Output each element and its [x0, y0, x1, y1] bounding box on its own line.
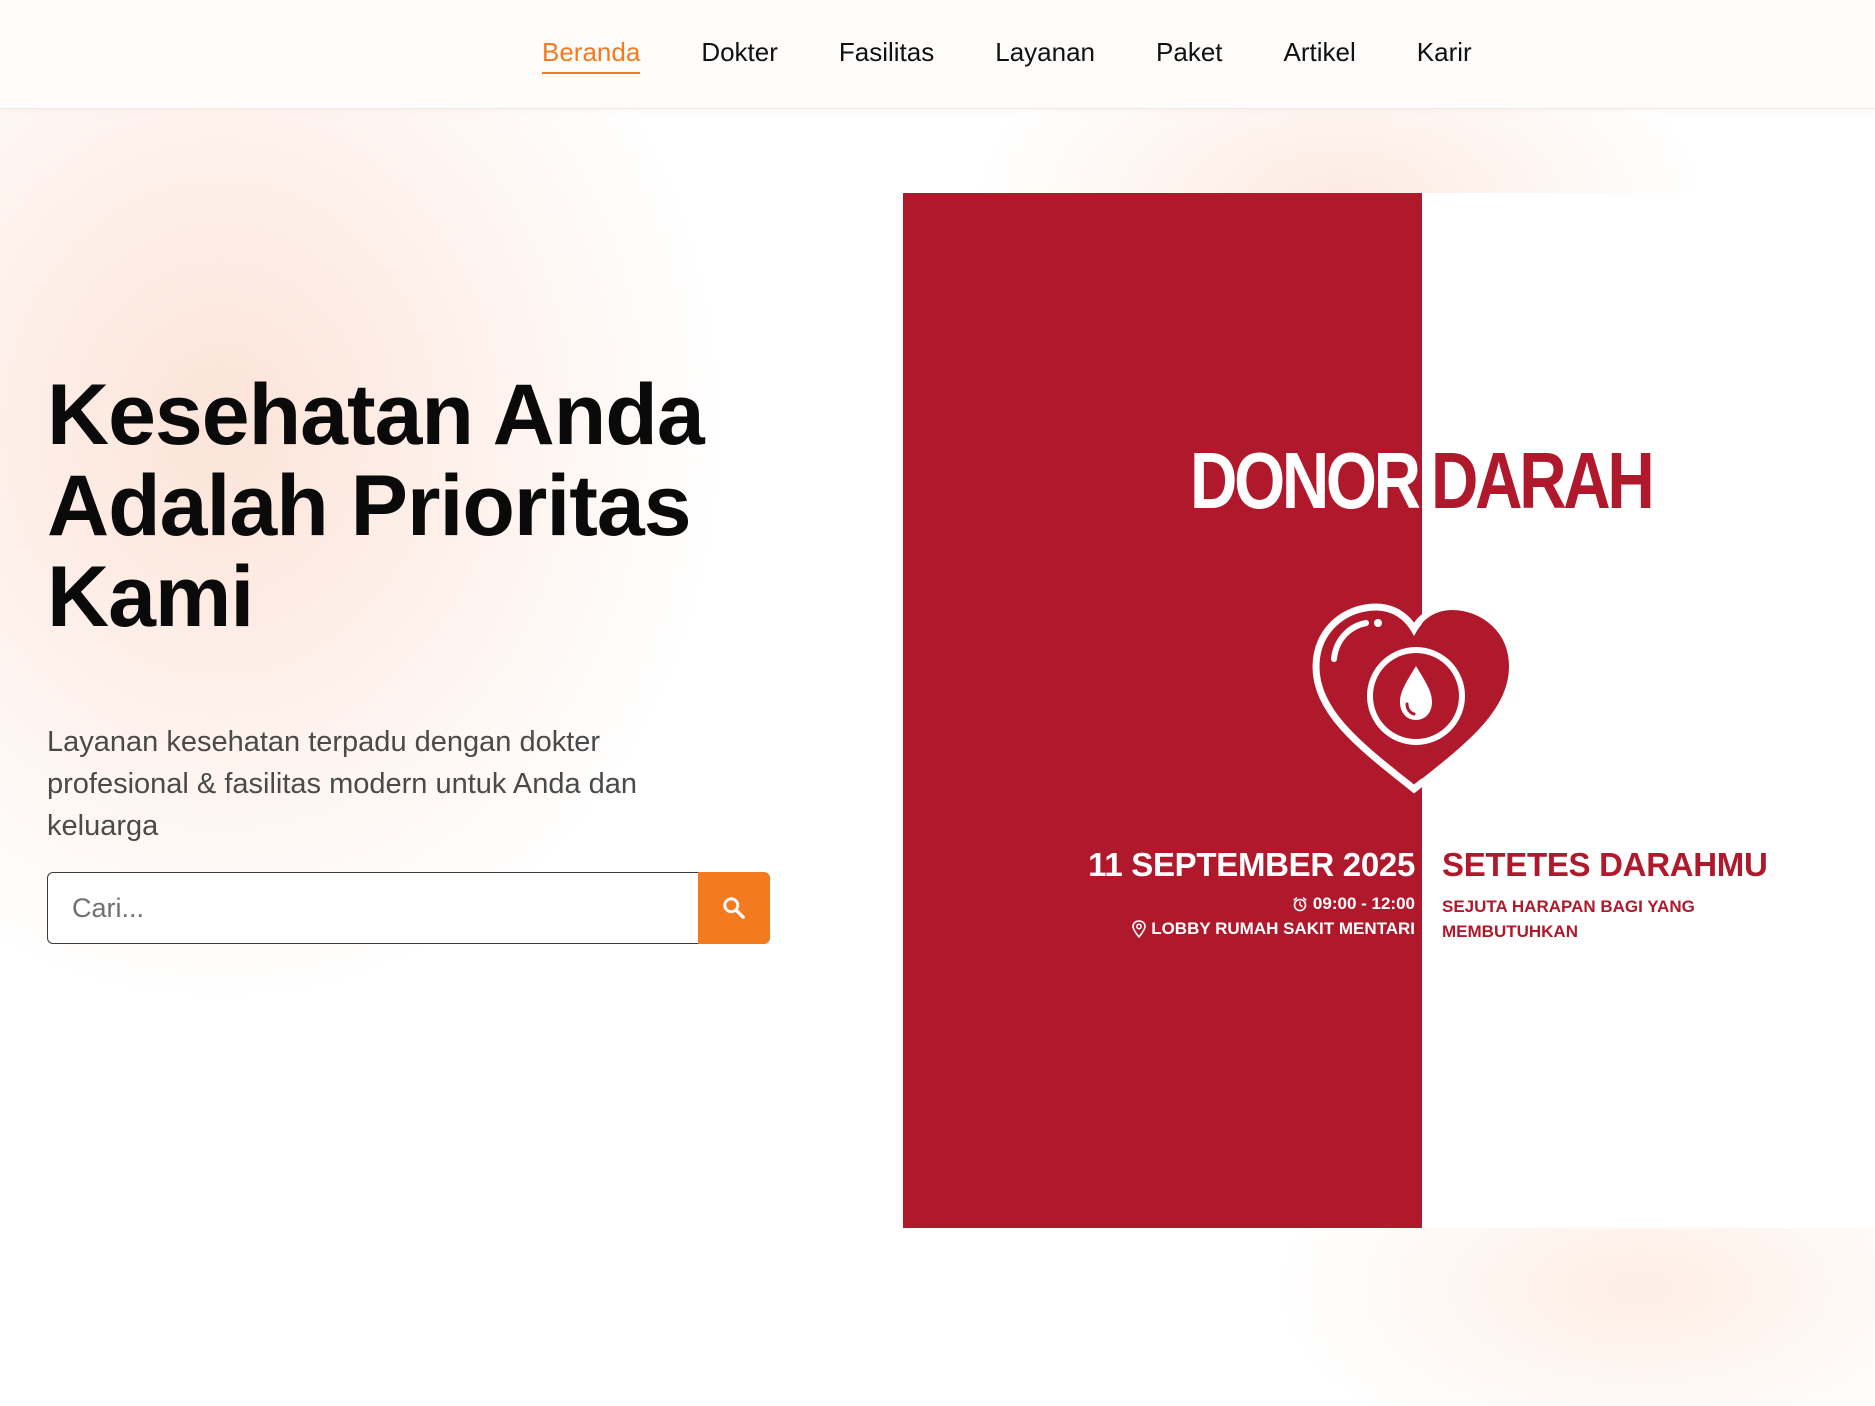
top-navbar: Beranda Dokter Fasilitas Layanan Paket A…	[0, 0, 1875, 109]
nav-item-beranda[interactable]: Beranda	[542, 39, 641, 74]
banner-tagline-sub: SEJUTA HARAPAN BAGI YANG MEMBUTUHKAN	[1442, 897, 1695, 941]
alarm-clock-icon	[1293, 897, 1307, 912]
nav-item-paket[interactable]: Paket	[1156, 39, 1223, 65]
search-bar	[47, 872, 770, 944]
search-button[interactable]	[698, 872, 770, 944]
nav-item-artikel[interactable]: Artikel	[1284, 39, 1356, 65]
headline-darah: DARAH	[1431, 436, 1655, 525]
nav-item-fasilitas[interactable]: Fasilitas	[839, 39, 934, 65]
headline-donor: DONOR	[1190, 436, 1421, 525]
event-location-text: LOBBY RUMAH SAKIT MENTARI	[1151, 919, 1415, 938]
banner-headline: DONOR DARAH	[903, 431, 1875, 531]
event-date: 11 SEPTEMBER 2025	[1088, 846, 1415, 883]
search-input[interactable]	[47, 872, 698, 944]
search-icon	[723, 897, 745, 919]
nav-item-layanan[interactable]: Layanan	[995, 39, 1095, 65]
event-time: 09:00 - 12:00	[1292, 894, 1415, 914]
main-nav: Beranda Dokter Fasilitas Layanan Paket A…	[542, 0, 1472, 108]
donor-darah-banner[interactable]: DONOR DARAH 11 SEPTEMBER 2025 09:00 - 12…	[903, 193, 1875, 1228]
hero-title: Kesehatan Anda Adalah Prioritas Kami	[47, 367, 705, 645]
nav-item-dokter[interactable]: Dokter	[701, 39, 778, 65]
map-pin-icon	[1132, 920, 1146, 938]
hero-subtitle: Layanan kesehatan terpadu dengan dokter …	[47, 726, 638, 842]
nav-item-karir[interactable]: Karir	[1417, 39, 1472, 65]
banner-tagline: SETETES DARAHMU	[1442, 846, 1768, 883]
event-time-text: 09:00 - 12:00	[1312, 894, 1415, 913]
event-location: LOBBY RUMAH SAKIT MENTARI	[1132, 919, 1415, 939]
heart-blood-drop-icon	[1312, 603, 1516, 794]
